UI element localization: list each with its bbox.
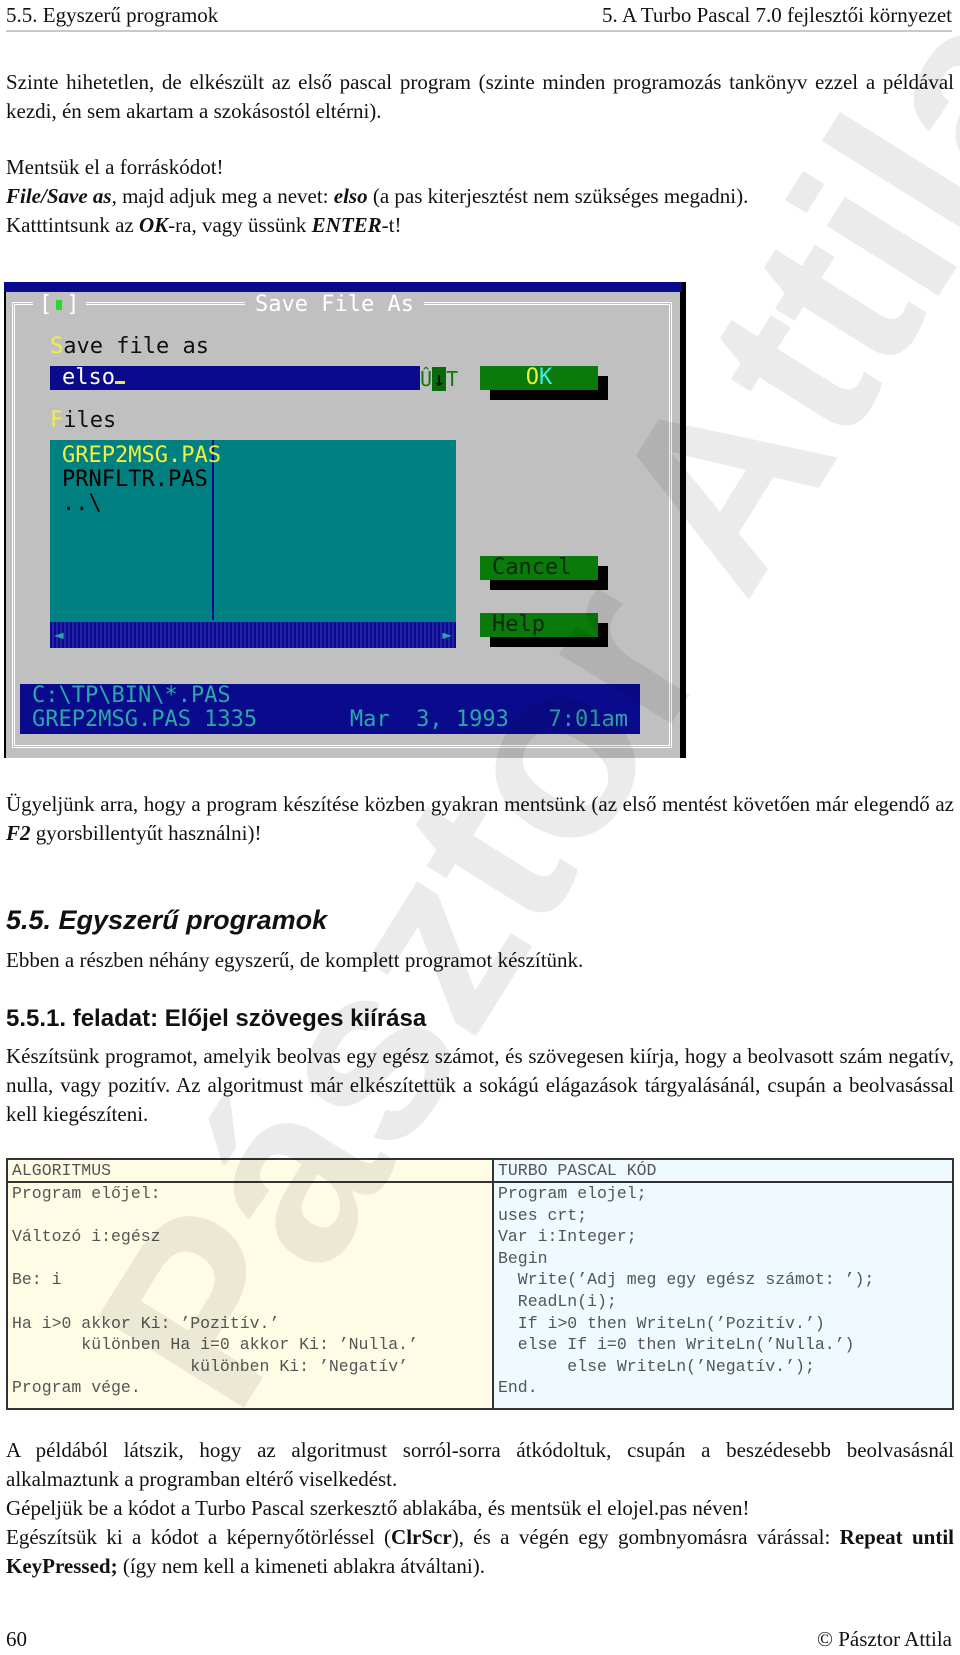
- pascal-column: TURBO PASCAL KÓD Program elojel; uses crt…: [494, 1160, 952, 1408]
- conclusion-paragraph: A példából látszik, hogy az algoritmust …: [6, 1438, 954, 1491]
- files-label-text: iles: [63, 408, 117, 433]
- file-list-item[interactable]: GREP2MSG.PAS: [62, 444, 221, 468]
- screenshot-top-bar: [4, 282, 682, 292]
- header-rule: [6, 30, 952, 32]
- ok-hotkey: O: [525, 365, 539, 390]
- code-line: Ha i>0 akkor Ki: ’Pozitív.’: [12, 1313, 280, 1333]
- help-button[interactable]: Help: [480, 613, 598, 637]
- file-details: GREP2MSG.PAS 1335 Mar 3, 1993 7:01am: [32, 707, 629, 732]
- extension-text-2: ), és a végén egy gombnyomásra várással:: [451, 1525, 840, 1549]
- page-footer: 60 © Pásztor Attila: [6, 1626, 952, 1652]
- ok-term: OK: [138, 213, 169, 237]
- f2-key-term: F2: [6, 821, 31, 845]
- filename-input[interactable]: elso: [50, 366, 420, 390]
- file-list-item[interactable]: PRNFLTR.PAS: [62, 468, 208, 492]
- code-line: Program elojel;: [498, 1184, 647, 1203]
- save-line-3: Katttintsunk az OK-ra, vagy üssünk ENTER…: [6, 211, 954, 240]
- scroll-right-icon[interactable]: ►: [442, 624, 452, 646]
- pascal-header: TURBO PASCAL KÓD: [494, 1160, 952, 1183]
- history-arrow-down-icon: ↓: [432, 367, 447, 391]
- filename-term: elso: [333, 184, 368, 208]
- save-line-2: File/Save as, majd adjuk meg a nevet: el…: [6, 182, 954, 211]
- copyright: © Pásztor Attila: [817, 1627, 952, 1651]
- code-line: Write(’Adj meg egy egész számot: ’);: [498, 1270, 875, 1290]
- files-label: Files: [50, 408, 116, 434]
- code-line: Begin: [498, 1248, 548, 1268]
- extension-paragraph: Egészítsük ki a kódot a képernyőtörlésse…: [6, 1523, 954, 1581]
- algorithm-lines: Program előjel: Változó i:egész Be: i Ha i>…: [8, 1183, 492, 1399]
- save-file-as-label: Save file as: [50, 334, 209, 360]
- history-glyph: Û: [420, 367, 433, 391]
- typing-instruction: Gépeljük be a kódot a Turbo Pascal szerk…: [6, 1496, 750, 1520]
- running-header: 5.5. Egyszerű programok 5. A Turbo Pasca…: [6, 2, 952, 28]
- code-line: Be: i: [12, 1270, 62, 1290]
- code-line: else If i=0 then WriteLn(’Nulla.’): [498, 1335, 855, 1355]
- save-label-text: ave file as: [63, 334, 209, 359]
- algorithm-column: ALGORITMUS Program előjel: Változó i:egés…: [8, 1160, 494, 1408]
- code-line: Változó i:egész: [12, 1227, 161, 1247]
- running-header-right: 5. A Turbo Pascal 7.0 fejlesztői környez…: [602, 3, 952, 27]
- running-header-left: 5.5. Egyszerű programok: [6, 3, 219, 27]
- cancel-button[interactable]: Cancel: [480, 556, 598, 580]
- file-list-item[interactable]: ..\: [62, 492, 102, 516]
- code-line: End.: [498, 1378, 538, 1398]
- scroll-left-icon[interactable]: ◄: [54, 624, 64, 646]
- task-heading: 5.5.1. feladat: Előjel szöveges kiírása: [6, 1005, 427, 1032]
- code-line: Program vége.: [12, 1378, 141, 1398]
- file-info-pane: C:\TP\BIN\*.PAS GREP2MSG.PAS 1335 Mar 3, …: [20, 684, 640, 734]
- task-description: Készítsünk programot, amelyik beolvas eg…: [6, 1044, 954, 1126]
- code-line: különben Ha i=0 akkor Ki: ’Nulla.’: [12, 1335, 418, 1355]
- enter-term: ENTER: [311, 213, 382, 237]
- extension-text: Egészítsük ki a kódot a képernyőtörlésse…: [6, 1525, 392, 1549]
- save-tip-text-2: gyorsbillentyűt használni)!: [30, 821, 262, 845]
- save-file-as-dialog: [] Save File As Save file as elso Û↓T OK…: [6, 292, 680, 758]
- file-list[interactable]: GREP2MSG.PAS PRNFLTR.PAS ..\ ◄ ►: [50, 440, 456, 648]
- clrscr-term: ClrScr: [391, 1525, 452, 1549]
- save-line-3-text-2: -ra, vagy üssünk: [168, 213, 312, 237]
- ok-button[interactable]: OK: [480, 366, 598, 390]
- filename-input-value: elso: [62, 365, 115, 390]
- save-tip-text: Ügyeljünk arra, hogy a program készítése…: [6, 792, 954, 816]
- section-intro: Ebben a részben néhány egyszerű, de komp…: [6, 948, 584, 972]
- code-line: else WriteLn(’Negatív.’);: [498, 1356, 815, 1376]
- close-box-icon[interactable]: []: [33, 293, 86, 317]
- ok-label: K: [539, 365, 553, 390]
- save-line-2-text-2: (a pas kiterjesztést nem szükséges megad…: [367, 184, 749, 208]
- page-number: 60: [6, 1627, 27, 1651]
- save-label-hotkey: S: [50, 334, 64, 359]
- code-line: uses crt;: [498, 1205, 588, 1225]
- algorithm-code-table: ALGORITMUS Program előjel: Változó i:egés…: [6, 1158, 954, 1410]
- code-line: If i>0 then WriteLn(’Pozitív.’): [498, 1313, 825, 1333]
- code-line: ReadLn(i);: [498, 1291, 617, 1311]
- horizontal-scrollbar[interactable]: ◄ ►: [50, 622, 456, 648]
- save-tip-paragraph: Ügyeljünk arra, hogy a program készítése…: [6, 790, 954, 848]
- code-line: Var i:Integer;: [498, 1227, 637, 1247]
- text-cursor: [114, 381, 125, 384]
- pascal-lines: Program elojel; uses crt; Var i:Integer; Be…: [494, 1183, 952, 1399]
- file-save-as-term: File/Save as: [6, 184, 112, 208]
- current-path: C:\TP\BIN\*.PAS: [32, 683, 231, 708]
- save-file-as-screenshot: [] Save File As Save file as elso Û↓T OK…: [4, 282, 686, 758]
- algorithm-header: ALGORITMUS: [8, 1160, 492, 1183]
- intro-paragraph: Szinte hihetetlen, de elkészült az első …: [6, 70, 954, 123]
- save-line-2-text: , majd adjuk meg a nevet:: [111, 184, 334, 208]
- save-line-3-text: Katttintsunk az: [6, 213, 139, 237]
- code-line: Program előjel:: [12, 1184, 161, 1203]
- files-label-hotkey: F: [50, 408, 64, 433]
- save-line-1: Mentsük el a forráskódot!: [6, 155, 224, 179]
- history-end-glyph: T: [446, 367, 459, 391]
- save-instructions: Mentsük el a forráskódot! File/Save as, …: [6, 153, 954, 240]
- code-line: különben Ki: ’Negatív’: [12, 1356, 409, 1376]
- history-list-button[interactable]: Û↓T: [420, 366, 458, 392]
- section-heading: 5.5. Egyszerű programok: [6, 905, 328, 935]
- save-line-3-text-3: -t!: [381, 213, 402, 237]
- extension-text-3: (így nem kell a kimeneti ablakra átválta…: [117, 1554, 485, 1578]
- dialog-title: Save File As: [245, 293, 424, 317]
